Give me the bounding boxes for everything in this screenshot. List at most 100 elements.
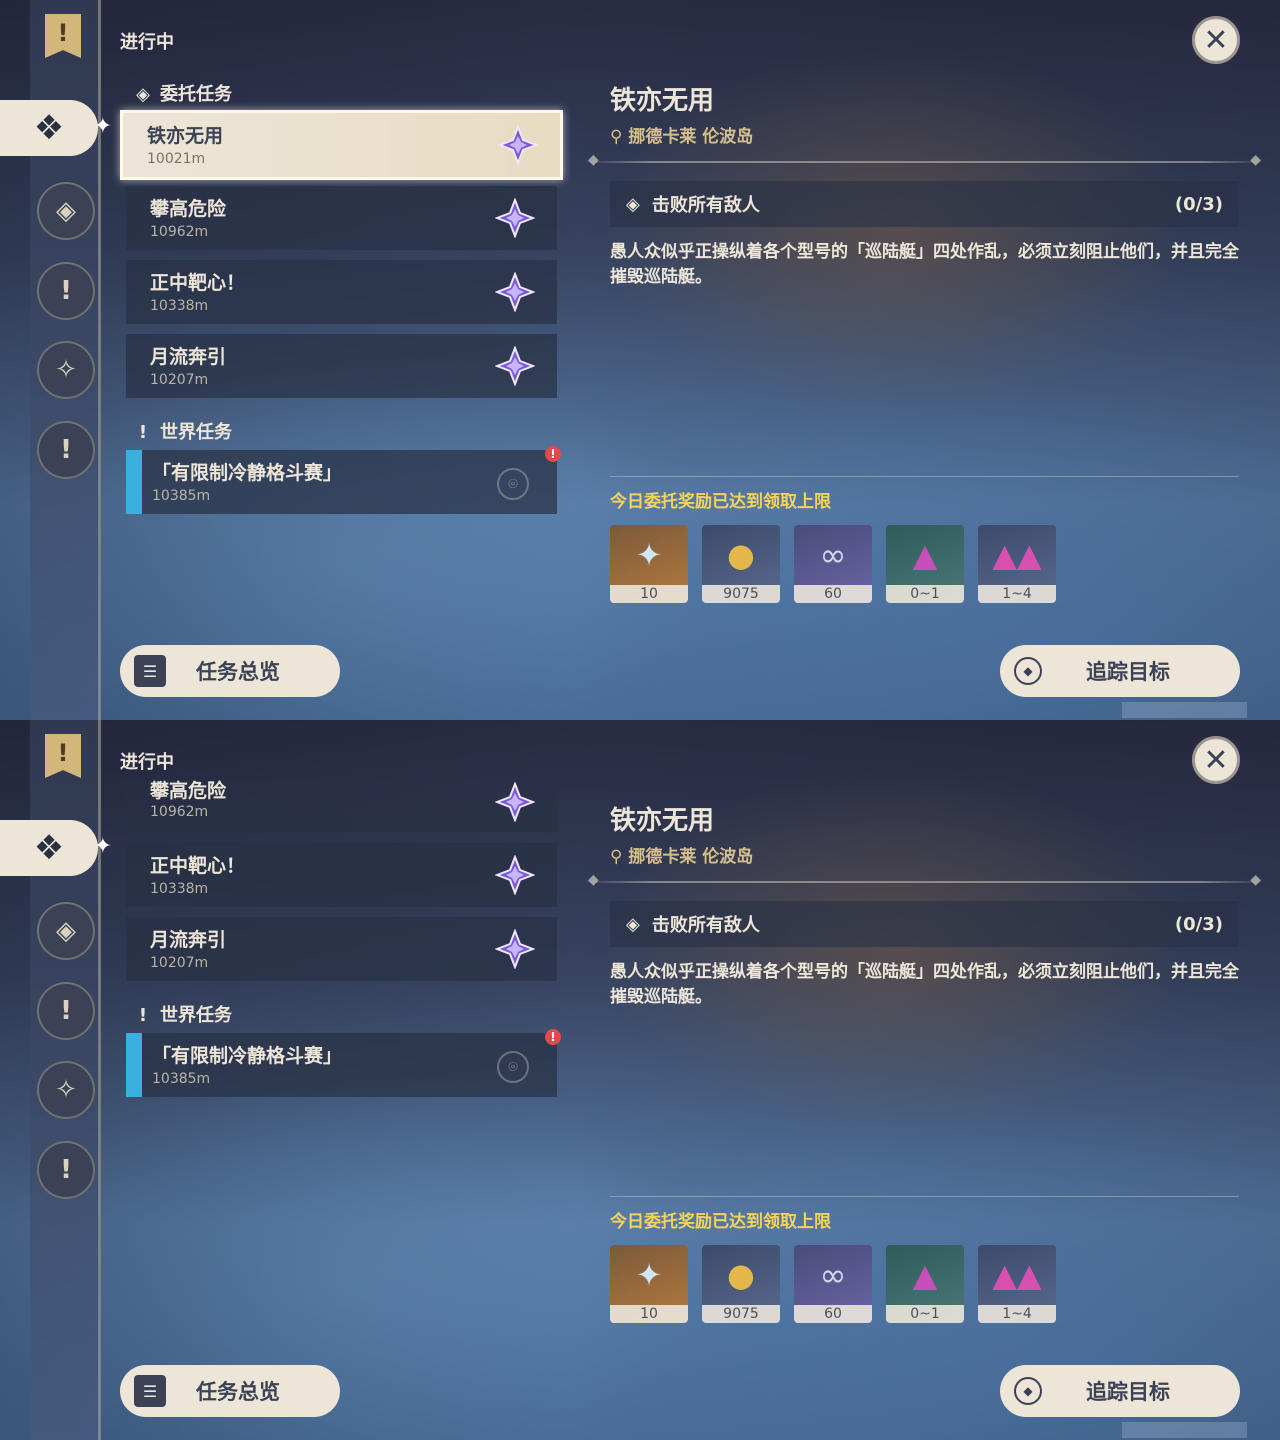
world-section-header: ! 世界任务 — [132, 418, 232, 444]
nav-event-quest-button[interactable]: ✧ — [37, 1061, 95, 1119]
section-in-progress: 进行中 — [120, 752, 174, 773]
quest-item[interactable]: 月流奔引 10207m — [126, 334, 557, 398]
nav-archon-quest-button[interactable]: ◈ — [37, 182, 95, 240]
quest-distance: 10962m — [150, 224, 209, 240]
exclamation-icon: ! — [138, 1005, 148, 1026]
commission-star-icon — [495, 272, 535, 312]
crystal-cluster-icon: ▲▲ — [992, 1256, 1042, 1294]
exclamation-icon: ! — [60, 435, 72, 465]
close-button[interactable]: ✕ — [1192, 16, 1240, 64]
track-diamond-icon: ◆ — [1014, 657, 1042, 685]
map-pin-icon[interactable]: ⌾ — [497, 468, 529, 500]
quest-name: 攀高危险 — [150, 198, 227, 220]
close-icon: ✕ — [1203, 22, 1229, 58]
quest-name: 「有限制冷静格斗赛」 — [152, 462, 343, 484]
quest-distance: 10207m — [150, 955, 209, 971]
detail-location: ⚲ 挪德卡莱 伦波岛 — [610, 847, 754, 867]
commission-star-icon — [495, 782, 535, 822]
divider — [582, 872, 1267, 888]
reward-item[interactable]: ▲▲ 1~4 — [978, 525, 1056, 603]
commission-star-icon — [495, 198, 535, 238]
quest-overview-button[interactable]: ☰ 任务总览 — [120, 645, 340, 697]
quest-item[interactable]: 正中靶心！ 10338m — [126, 260, 557, 324]
nav-story-quest-button[interactable]: ! — [37, 262, 95, 320]
quest-description: 愚人众似乎正操纵着各个型号的「巡陆艇」四处作乱，必须立刻阻止他们，并且完全摧毁巡… — [610, 962, 1239, 1007]
quest-overview-button[interactable]: ☰ 任务总览 — [120, 1365, 340, 1417]
quest-name: 月流奔引 — [150, 929, 227, 951]
objective-diamond-icon: ◈ — [626, 193, 640, 215]
reward-limit-notice: 今日委托奖励已达到领取上限 — [610, 1212, 831, 1232]
quest-book-icon: ☰ — [134, 1375, 166, 1407]
primogem-icon: ✦ — [635, 536, 663, 574]
nav-world-quest-button[interactable]: ! — [37, 421, 95, 479]
commission-diamond-icon: ❖ — [33, 108, 65, 148]
nav-event-quest-button[interactable]: ✧ — [37, 341, 95, 399]
alert-badge: ! — [545, 1029, 561, 1045]
commission-star-icon — [498, 125, 538, 165]
quest-item-selected[interactable]: 铁亦无用 10021m — [120, 110, 563, 180]
archon-quest-icon: ◈ — [56, 916, 76, 946]
reward-item[interactable]: ✦ 10 — [610, 1245, 688, 1323]
companionship-exp-icon: ∞ — [819, 536, 847, 574]
quest-name: 正中靶心！ — [150, 272, 246, 294]
quest-distance: 10962m — [150, 804, 209, 820]
map-pin-icon[interactable]: ⌾ — [497, 1051, 529, 1083]
quest-name: 月流奔引 — [150, 346, 227, 368]
objective-row: ◈ 击败所有敌人 (0/3) — [610, 901, 1239, 947]
reward-item[interactable]: ● 9075 — [702, 1245, 780, 1323]
mora-icon: ● — [727, 536, 755, 574]
commission-section-header: ◈ 委托任务 — [132, 80, 232, 106]
quest-distance: 10385m — [152, 488, 211, 504]
commission-star-icon — [495, 929, 535, 969]
quest-name: 铁亦无用 — [147, 125, 224, 147]
objective-diamond-icon: ◈ — [626, 913, 640, 935]
reward-item[interactable]: ▲ 0~1 — [886, 525, 964, 603]
reward-item[interactable]: ∞ 60 — [794, 1245, 872, 1323]
exclamation-icon: ! — [60, 996, 72, 1026]
scroll-hint — [1122, 702, 1247, 718]
diamond-star-icon: ✧ — [55, 1075, 77, 1105]
reward-item[interactable]: ● 9075 — [702, 525, 780, 603]
world-quest-item[interactable]: 「有限制冷静格斗赛」 10385m ⌾ ! — [126, 1029, 561, 1097]
alert-badge: ! — [545, 446, 561, 462]
reward-item[interactable]: ✦ 10 — [610, 525, 688, 603]
reward-item[interactable]: ▲ 0~1 — [886, 1245, 964, 1323]
objective-text: 击败所有敌人 — [651, 915, 760, 936]
quest-book-icon: ☰ — [134, 655, 166, 687]
sparkle-icon: ✦ — [93, 834, 112, 859]
quest-item[interactable]: 月流奔引 10207m — [126, 917, 557, 981]
quest-name: 「有限制冷静格斗赛」 — [152, 1045, 343, 1067]
nav-archon-quest-button[interactable]: ◈ — [37, 902, 95, 960]
location-pin-icon: ⚲ — [610, 847, 623, 867]
quest-name: 攀高危险 — [150, 780, 227, 802]
world-quest-item[interactable]: 「有限制冷静格斗赛」 10385m ⌾ ! — [126, 446, 561, 514]
exclamation-icon: ! — [138, 422, 148, 443]
world-section-header: ! 世界任务 — [132, 1001, 232, 1027]
detail-quest-title: 铁亦无用 — [610, 86, 715, 116]
nav-commission-tab-active[interactable]: ❖ ✦ — [0, 100, 112, 156]
archon-quest-icon: ◈ — [56, 196, 76, 226]
ore-crystal-icon: ▲ — [912, 536, 938, 574]
reward-item[interactable]: ▲▲ 1~4 — [978, 1245, 1056, 1323]
reward-item[interactable]: ∞ 60 — [794, 525, 872, 603]
commission-star-icon — [495, 346, 535, 386]
close-button[interactable]: ✕ — [1192, 736, 1240, 784]
scroll-hint — [1122, 1422, 1247, 1438]
quest-item[interactable]: 正中靶心！ 10338m — [126, 843, 557, 907]
nav-world-quest-button[interactable]: ! — [37, 1141, 95, 1199]
quest-item[interactable]: 攀高危险 10962m — [126, 780, 557, 832]
mora-icon: ● — [727, 1256, 755, 1294]
nav-commission-tab-active[interactable]: ❖ ✦ — [0, 820, 112, 876]
track-objective-button[interactable]: ◆ 追踪目标 — [1000, 1365, 1240, 1417]
divider — [582, 152, 1267, 168]
track-objective-button[interactable]: ◆ 追踪目标 — [1000, 645, 1240, 697]
quest-item[interactable]: 攀高危险 10962m — [126, 186, 557, 250]
commission-star-icon — [495, 855, 535, 895]
quest-distance: 10021m — [147, 151, 206, 167]
objective-count: (0/3) — [1174, 193, 1223, 215]
sparkle-icon: ✦ — [93, 114, 112, 139]
divider — [610, 1196, 1239, 1197]
quest-distance: 10207m — [150, 372, 209, 388]
quest-screen-1: ! ❖ ✦ ◈ ! ✧ ! 进行中 ◈ 委托任务 铁亦无用 10021m 攀高危险 … — [0, 0, 1280, 720]
nav-story-quest-button[interactable]: ! — [37, 982, 95, 1040]
